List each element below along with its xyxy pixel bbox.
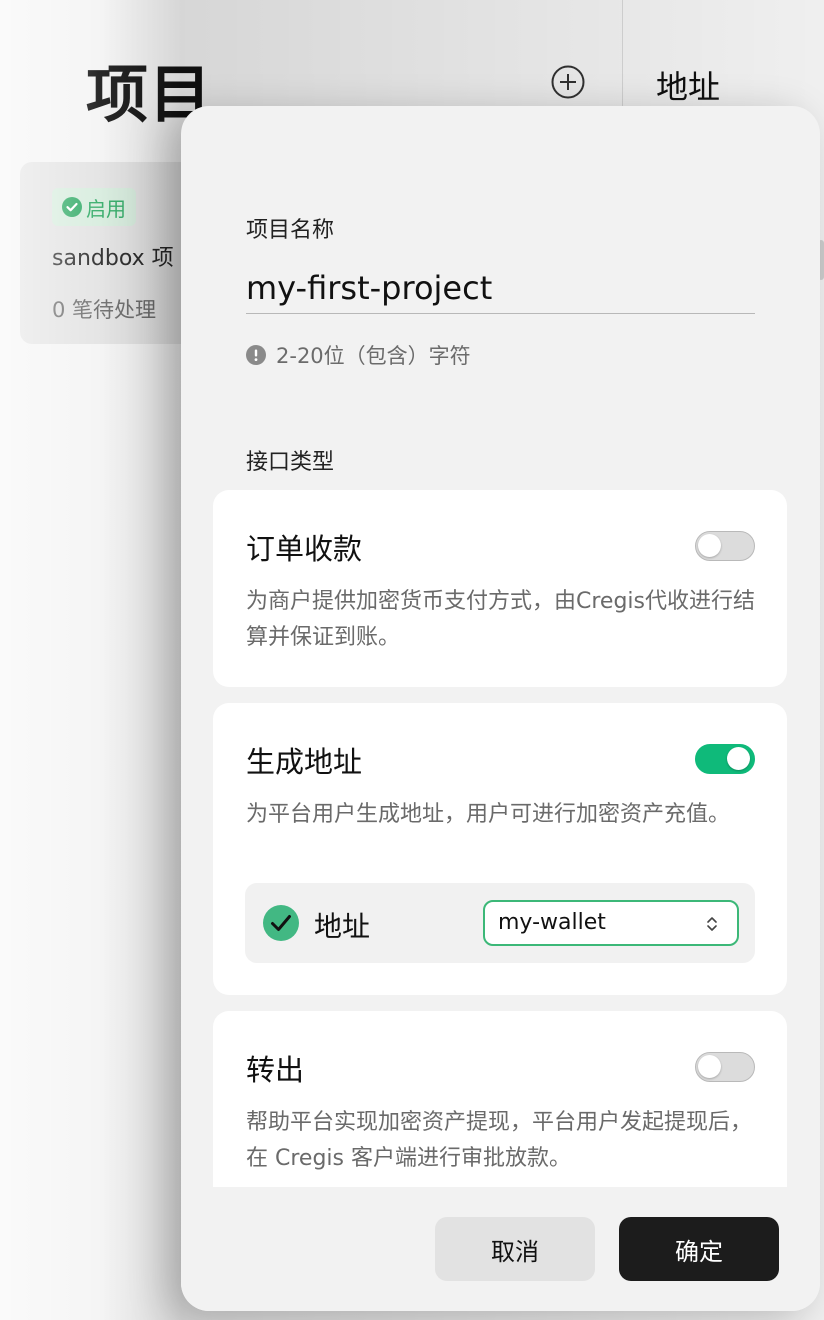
create-project-modal: 项目名称 2-20位（包含）字符 接口类型 订单收款 为商户提供加密货币支付方式…: [181, 106, 820, 1311]
add-project-icon[interactable]: [551, 65, 585, 99]
modal-footer: 取消 确定: [181, 1187, 820, 1311]
option-title: 转出: [246, 1053, 305, 1087]
name-hint: 2-20位（包含）字符: [246, 340, 471, 370]
address-check-icon[interactable]: [263, 905, 299, 941]
option-description: 帮助平台实现加密资产提现，平台用户发起提现后，在 Cregis 客户端进行审批放…: [246, 1110, 753, 1171]
generate-address-toggle[interactable]: [695, 744, 755, 774]
address-column-title: 地址: [656, 68, 721, 106]
cancel-button[interactable]: 取消: [435, 1217, 595, 1281]
address-row: 地址 my-wallet: [245, 883, 755, 963]
confirm-button[interactable]: 确定: [619, 1217, 779, 1281]
option-description: 为平台用户生成地址，用户可进行加密资产充值。: [246, 802, 731, 827]
wallet-select-value: my-wallet: [498, 910, 606, 935]
status-badge-label: 启用: [86, 196, 126, 221]
project-name-label: 项目名称: [246, 218, 335, 243]
pending-count: 0 笔待处理: [52, 298, 157, 322]
column-divider: [622, 0, 623, 120]
option-title: 订单收款: [246, 532, 363, 566]
toggle-knob: [727, 747, 750, 770]
api-type-label: 接口类型: [246, 450, 335, 475]
option-card-collection: 订单收款 为商户提供加密货币支付方式，由Cregis代收进行结算并保证到账。: [213, 490, 787, 687]
status-badge: 启用: [52, 188, 136, 226]
toggle-knob: [698, 534, 721, 557]
toggle-knob: [698, 1055, 721, 1078]
name-hint-text: 2-20位（包含）字符: [276, 344, 471, 368]
exclamation-circle-icon: [246, 345, 266, 365]
check-circle-icon: [62, 197, 82, 217]
project-name: sandbox 项: [52, 246, 174, 271]
wallet-select[interactable]: my-wallet: [483, 900, 739, 946]
project-name-input[interactable]: [246, 262, 755, 314]
option-card-generate-address: 生成地址 为平台用户生成地址，用户可进行加密资产充值。 地址 my-wallet: [213, 703, 787, 995]
option-title: 生成地址: [246, 745, 363, 779]
address-label: 地址: [314, 910, 371, 943]
transfer-out-toggle[interactable]: [695, 1052, 755, 1082]
option-description: 为商户提供加密货币支付方式，由Cregis代收进行结算并保证到账。: [246, 589, 755, 650]
collection-toggle[interactable]: [695, 531, 755, 561]
chevron-up-down-icon: [707, 917, 717, 931]
